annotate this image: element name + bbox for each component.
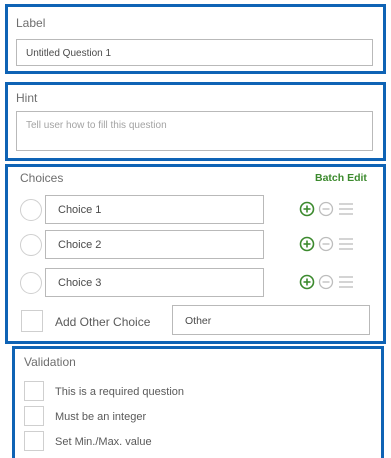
choice-radio[interactable] <box>20 234 42 256</box>
drag-handle-icon[interactable] <box>338 236 354 252</box>
other-choice-input[interactable]: Other <box>172 305 370 335</box>
hint-panel-title: Hint <box>16 91 38 105</box>
validation-panel-title: Validation <box>24 355 76 369</box>
minus-circle-icon[interactable] <box>318 201 334 217</box>
choice-row: Choice 2 <box>8 230 383 262</box>
batch-edit-link[interactable]: Batch Edit <box>315 172 367 184</box>
add-other-label: Add Other Choice <box>55 315 151 329</box>
drag-handle-icon[interactable] <box>338 201 354 217</box>
add-other-checkbox[interactable] <box>21 310 43 332</box>
choice-label: Choice 2 <box>58 239 102 251</box>
label-panel: Label Untitled Question 1 <box>5 4 386 74</box>
plus-circle-icon[interactable] <box>299 274 315 290</box>
drag-handle-icon[interactable] <box>338 274 354 290</box>
choice-radio[interactable] <box>20 272 42 294</box>
label-panel-title: Label <box>16 16 46 30</box>
label-input-value: Untitled Question 1 <box>26 48 112 59</box>
min-max-label: Set Min./Max. value <box>55 436 152 448</box>
plus-circle-icon[interactable] <box>299 201 315 217</box>
choice-input[interactable]: Choice 2 <box>45 230 264 259</box>
choice-radio[interactable] <box>20 199 42 221</box>
hint-textarea[interactable]: Tell user how to fill this question <box>16 111 373 151</box>
validation-panel: Validation This is a required question M… <box>12 346 384 458</box>
choice-label: Choice 1 <box>58 204 102 216</box>
choice-input[interactable]: Choice 1 <box>45 195 264 224</box>
choice-row: Choice 1 <box>8 195 383 227</box>
plus-circle-icon[interactable] <box>299 236 315 252</box>
choice-input[interactable]: Choice 3 <box>45 268 264 297</box>
minus-circle-icon[interactable] <box>318 274 334 290</box>
minus-circle-icon[interactable] <box>318 236 334 252</box>
min-max-checkbox[interactable] <box>24 431 44 451</box>
hint-placeholder: Tell user how to fill this question <box>26 120 167 131</box>
choices-panel-title: Choices <box>20 171 64 185</box>
choice-row: Choice 3 <box>8 268 383 300</box>
other-choice-value: Other <box>185 315 212 327</box>
hint-panel: Hint Tell user how to fill this question <box>5 82 386 161</box>
choice-label: Choice 3 <box>58 277 102 289</box>
label-input[interactable]: Untitled Question 1 <box>16 39 373 66</box>
integer-label: Must be an integer <box>55 411 147 423</box>
required-checkbox[interactable] <box>24 381 44 401</box>
choices-panel: Choices Batch Edit Choice 1 Choice 2 Cho… <box>5 164 386 344</box>
integer-checkbox[interactable] <box>24 406 44 426</box>
required-label: This is a required question <box>55 386 185 398</box>
